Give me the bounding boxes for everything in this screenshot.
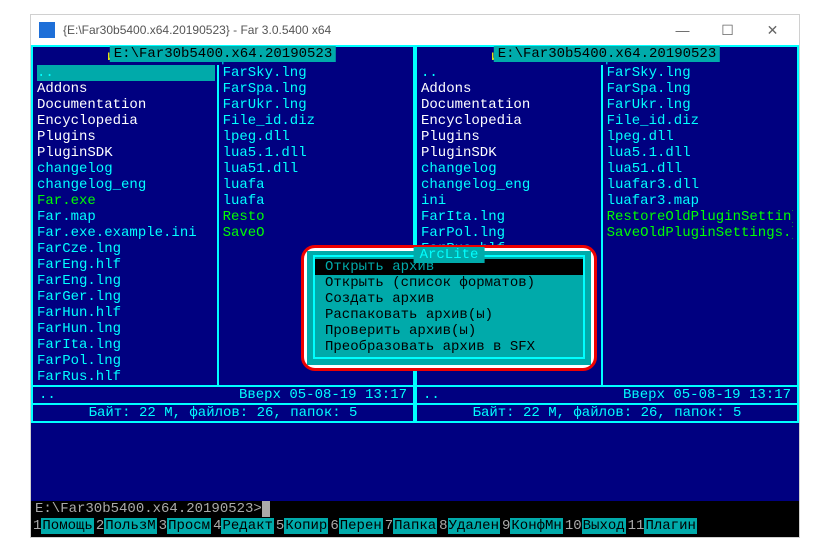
- file-item[interactable]: FarCze.lng: [37, 241, 215, 257]
- file-item[interactable]: FarUkr.lng: [607, 97, 793, 113]
- file-item[interactable]: Far.map: [37, 209, 215, 225]
- dialog-highlight: ArcLite Открыть архивОткрыть (список фор…: [301, 245, 597, 371]
- prompt: E:\Far30b5400.x64.20190523>: [35, 501, 262, 517]
- file-item[interactable]: FarPol.lng: [37, 353, 215, 369]
- file-item[interactable]: PluginSDK: [421, 145, 599, 161]
- function-keys: 1Помощь2ПользМ3Просм4Редакт5Копир6Перен7…: [31, 517, 799, 535]
- fkey-4[interactable]: 4Редакт: [213, 518, 274, 534]
- file-item[interactable]: luafar3.map: [607, 193, 793, 209]
- file-item[interactable]: FarEng.hlf: [37, 257, 215, 273]
- file-item[interactable]: RestoreOldPluginSettin}: [607, 209, 793, 225]
- file-item[interactable]: lua5.1.dll: [607, 145, 793, 161]
- fkey-7[interactable]: 7Папка: [385, 518, 437, 534]
- file-item[interactable]: luafa: [223, 177, 409, 193]
- file-item[interactable]: FarRus.hlf: [37, 369, 215, 385]
- fkey-2[interactable]: 2ПользМ: [96, 518, 157, 534]
- file-item[interactable]: lpeg.dll: [607, 129, 793, 145]
- file-item[interactable]: ..: [421, 65, 599, 81]
- file-item[interactable]: FarSky.lng: [223, 65, 409, 81]
- file-item[interactable]: ..: [37, 65, 215, 81]
- file-item[interactable]: luafa: [223, 193, 409, 209]
- window-title: {E:\Far30b5400.x64.20190523} - Far 3.0.5…: [63, 23, 660, 37]
- minimize-button[interactable]: —: [660, 16, 705, 44]
- file-item[interactable]: changelog_eng: [37, 177, 215, 193]
- command-line[interactable]: E:\Far30b5400.x64.20190523>: [31, 501, 799, 517]
- file-item[interactable]: File_id.diz: [607, 113, 793, 129]
- file-item[interactable]: SaveO: [223, 225, 409, 241]
- left-panel-path: E:\Far30b5400.x64.20190523: [110, 46, 336, 62]
- file-item[interactable]: PluginSDK: [37, 145, 215, 161]
- left-footer: .. Вверх 05-08-19 13:17: [33, 385, 413, 403]
- close-button[interactable]: ✕: [750, 16, 795, 44]
- file-item[interactable]: Plugins: [37, 129, 215, 145]
- file-item[interactable]: lua51.dll: [223, 161, 409, 177]
- menu-item[interactable]: Создать архив: [315, 291, 583, 307]
- fkey-5[interactable]: 5Копир: [276, 518, 328, 534]
- file-item[interactable]: changelog: [421, 161, 599, 177]
- file-item[interactable]: FarHun.lng: [37, 321, 215, 337]
- right-panel-path: E:\Far30b5400.x64.20190523: [494, 46, 720, 62]
- file-item[interactable]: FarUkr.lng: [223, 97, 409, 113]
- fkey-6[interactable]: 6Перен: [330, 518, 382, 534]
- file-item[interactable]: lua51.dll: [607, 161, 793, 177]
- menu-item[interactable]: Открыть (список форматов): [315, 275, 583, 291]
- cursor: [262, 501, 270, 517]
- left-status: Байт: 22 M, файлов: 26, папок: 5: [33, 403, 413, 421]
- file-item[interactable]: FarSky.lng: [607, 65, 793, 81]
- dialog-menu[interactable]: Открыть архивОткрыть (список форматов)Со…: [315, 259, 583, 355]
- file-item[interactable]: FarEng.lng: [37, 273, 215, 289]
- file-item[interactable]: changelog: [37, 161, 215, 177]
- file-item[interactable]: FarSpa.lng: [223, 81, 409, 97]
- file-item[interactable]: FarSpa.lng: [607, 81, 793, 97]
- file-item[interactable]: SaveOldPluginSettings.}: [607, 225, 793, 241]
- dialog-body: ArcLite Открыть архивОткрыть (список фор…: [307, 251, 591, 365]
- right-footer: .. Вверх 05-08-19 13:17: [417, 385, 797, 403]
- fkey-8[interactable]: 8Удален: [439, 518, 500, 534]
- file-item[interactable]: lpeg.dll: [223, 129, 409, 145]
- file-item[interactable]: FarIta.lng: [37, 337, 215, 353]
- app-window: {E:\Far30b5400.x64.20190523} - Far 3.0.5…: [30, 14, 800, 538]
- file-item[interactable]: Addons: [421, 81, 599, 97]
- fkey-3[interactable]: 3Просм: [159, 518, 211, 534]
- file-item[interactable]: FarIta.lng: [421, 209, 599, 225]
- file-item[interactable]: File_id.diz: [223, 113, 409, 129]
- window-controls: — ☐ ✕: [660, 16, 795, 44]
- fkey-1[interactable]: 1Помощь: [33, 518, 94, 534]
- fkey-10[interactable]: 10Выход: [565, 518, 626, 534]
- console-area: E:\Far30b5400.x64.20190523 и Имя │ Имя .…: [31, 45, 799, 501]
- file-item[interactable]: Encyclopedia: [37, 113, 215, 129]
- file-item[interactable]: Resto: [223, 209, 409, 225]
- menu-item[interactable]: Распаковать архив(ы): [315, 307, 583, 323]
- file-item[interactable]: FarHun.hlf: [37, 305, 215, 321]
- menu-item[interactable]: Преобразовать архив в SFX: [315, 339, 583, 355]
- arclite-dialog: ArcLite Открыть архивОткрыть (список фор…: [301, 245, 597, 371]
- file-item[interactable]: Documentation: [37, 97, 215, 113]
- file-item[interactable]: FarGer.lng: [37, 289, 215, 305]
- right-status: Байт: 22 M, файлов: 26, папок: 5: [417, 403, 797, 421]
- file-item[interactable]: Far.exe.example.ini: [37, 225, 215, 241]
- fkey-11[interactable]: 11Плагин: [628, 518, 697, 534]
- file-item[interactable]: Addons: [37, 81, 215, 97]
- bottom-bar: E:\Far30b5400.x64.20190523> 1Помощь2Поль…: [31, 501, 799, 537]
- titlebar: {E:\Far30b5400.x64.20190523} - Far 3.0.5…: [31, 15, 799, 45]
- file-item[interactable]: Far.exe: [37, 193, 215, 209]
- dialog-title: ArcLite: [414, 247, 485, 263]
- file-item[interactable]: FarPol.lng: [421, 225, 599, 241]
- app-icon: [39, 22, 55, 38]
- file-item[interactable]: changelog_eng: [421, 177, 599, 193]
- fkey-9[interactable]: 9КонфМн: [502, 518, 563, 534]
- file-item[interactable]: Documentation: [421, 97, 599, 113]
- file-item[interactable]: Plugins: [421, 129, 599, 145]
- maximize-button[interactable]: ☐: [705, 16, 750, 44]
- file-item[interactable]: Encyclopedia: [421, 113, 599, 129]
- file-item[interactable]: luafar3.dll: [607, 177, 793, 193]
- file-item[interactable]: lua5.1.dll: [223, 145, 409, 161]
- menu-item[interactable]: Проверить архив(ы): [315, 323, 583, 339]
- file-item[interactable]: ini: [421, 193, 599, 209]
